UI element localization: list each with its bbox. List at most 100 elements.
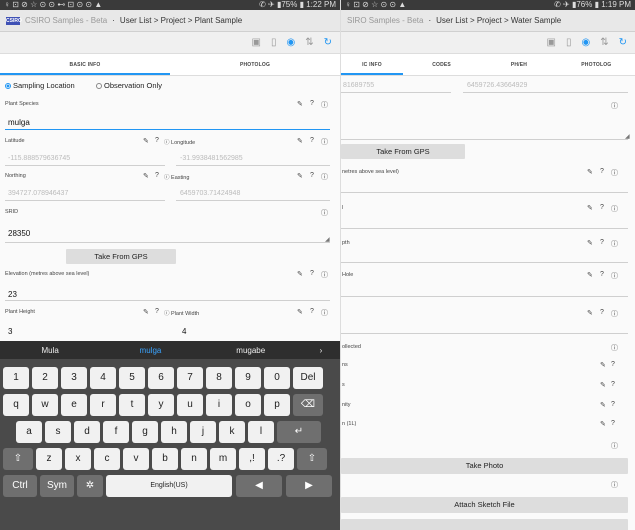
help-icon[interactable]: ? — [310, 100, 314, 107]
key-t[interactable]: t — [119, 394, 145, 416]
info-icon[interactable]: ⓘ — [611, 239, 618, 249]
key-p[interactable]: p — [264, 394, 290, 416]
key-d[interactable]: d — [74, 421, 100, 443]
edit-icon[interactable]: ✎ — [600, 401, 606, 409]
key-m[interactable]: m — [210, 448, 236, 470]
key-right-arrow[interactable]: ▶ — [286, 475, 332, 497]
northing-input[interactable]: 394727.078946437 — [8, 190, 68, 197]
info-icon[interactable]: ▯ — [271, 37, 277, 48]
key-ctrl[interactable]: Ctrl — [3, 475, 37, 497]
edit-icon[interactable]: ✎ — [600, 381, 606, 389]
help-icon[interactable]: ? — [611, 381, 615, 388]
elevation-input[interactable]: 23 — [8, 290, 17, 299]
key-3[interactable]: 3 — [61, 367, 87, 389]
save-icon[interactable]: ▣ — [252, 37, 261, 48]
help-icon[interactable]: ? — [155, 308, 159, 315]
key-s[interactable]: s — [45, 421, 71, 443]
radio-observation-only[interactable]: Observation Only — [96, 81, 162, 90]
key-space[interactable]: English(US) — [106, 475, 232, 497]
coordinate-right-value[interactable]: 6459726.43664929 — [467, 82, 527, 89]
key-q[interactable]: q — [3, 394, 29, 416]
key-9[interactable]: 9 — [235, 367, 261, 389]
info-icon[interactable]: ⓘ — [611, 271, 618, 281]
key-k[interactable]: k — [219, 421, 245, 443]
suggestion-expand-icon[interactable]: › — [301, 346, 340, 355]
tab-photolog[interactable]: PHOTOLOG — [558, 54, 635, 75]
key-l[interactable]: l — [248, 421, 274, 443]
info-icon[interactable]: ⓘ — [321, 100, 328, 110]
key-1[interactable]: 1 — [3, 367, 29, 389]
key-i[interactable]: i — [206, 394, 232, 416]
info-icon[interactable]: ⓘ — [611, 480, 618, 490]
locate-icon[interactable]: ◉ — [286, 37, 295, 48]
edit-icon[interactable]: ✎ — [143, 137, 149, 145]
info-icon[interactable]: ⓘ — [164, 140, 170, 146]
edit-icon[interactable]: ✎ — [297, 100, 303, 108]
info-icon[interactable]: ⓘ — [611, 204, 618, 214]
edit-icon[interactable]: ✎ — [587, 168, 593, 176]
key-b[interactable]: b — [152, 448, 178, 470]
info-icon[interactable]: ⓘ — [164, 311, 170, 317]
key-settings-gear-icon[interactable]: ✲ — [77, 475, 103, 497]
take-from-gps-button[interactable]: Take From GPS — [66, 249, 176, 264]
help-icon[interactable]: ? — [600, 204, 604, 211]
info-icon[interactable]: ⓘ — [321, 137, 328, 147]
tab-codes[interactable]: CODES — [403, 54, 480, 75]
take-photo-button[interactable]: Take Photo — [341, 458, 628, 474]
tab-ph-eh[interactable]: PH/EH — [480, 54, 557, 75]
breadcrumb[interactable]: User List > Project > Plant Sample — [120, 10, 242, 31]
key-o[interactable]: o — [235, 394, 261, 416]
key-j[interactable]: j — [190, 421, 216, 443]
info-icon[interactable]: ⓘ — [321, 172, 328, 182]
key-comma[interactable]: ,! — [239, 448, 265, 470]
breadcrumb[interactable]: User List > Project > Water Sample — [436, 10, 561, 31]
plant-height-input[interactable]: 3 — [8, 327, 12, 336]
key-r[interactable]: r — [90, 394, 116, 416]
easting-input[interactable]: 6459703.71424948 — [180, 190, 240, 197]
edit-icon[interactable]: ✎ — [297, 308, 303, 316]
edit-icon[interactable]: ✎ — [297, 137, 303, 145]
refresh-icon[interactable]: ↻ — [324, 37, 332, 48]
key-w[interactable]: w — [32, 394, 58, 416]
next-button-partial[interactable] — [341, 519, 628, 530]
radio-sampling-location[interactable]: Sampling Location — [5, 81, 75, 90]
info-icon[interactable]: ⓘ — [611, 101, 618, 111]
key-v[interactable]: v — [123, 448, 149, 470]
key-a[interactable]: a — [16, 421, 42, 443]
edit-icon[interactable]: ✎ — [600, 361, 606, 369]
edit-icon[interactable]: ✎ — [587, 204, 593, 212]
key-8[interactable]: 8 — [206, 367, 232, 389]
key-0[interactable]: 0 — [264, 367, 290, 389]
key-left-arrow[interactable]: ◀ — [236, 475, 282, 497]
info-icon[interactable]: ⓘ — [611, 343, 618, 353]
info-icon[interactable]: ▯ — [566, 37, 572, 48]
key-n[interactable]: n — [181, 448, 207, 470]
refresh-icon[interactable]: ↻ — [619, 37, 627, 48]
key-z[interactable]: z — [36, 448, 62, 470]
key-e[interactable]: e — [61, 394, 87, 416]
edit-icon[interactable]: ✎ — [587, 239, 593, 247]
edit-icon[interactable]: ✎ — [297, 172, 303, 180]
srid-input[interactable]: 28350 — [8, 229, 30, 238]
key-4[interactable]: 4 — [90, 367, 116, 389]
help-icon[interactable]: ? — [611, 401, 615, 408]
info-icon[interactable]: ⓘ — [321, 270, 328, 280]
help-icon[interactable]: ? — [600, 309, 604, 316]
help-icon[interactable]: ? — [155, 137, 159, 144]
key-h[interactable]: h — [161, 421, 187, 443]
edit-icon[interactable]: ✎ — [587, 309, 593, 317]
longitude-input[interactable]: -31.9938481562985 — [180, 155, 243, 162]
info-icon[interactable]: ⓘ — [611, 309, 618, 319]
tab-basic-info[interactable]: BASIC INFO — [0, 54, 170, 75]
take-from-gps-button[interactable]: Take From GPS — [341, 144, 465, 159]
info-icon[interactable]: ⓘ — [164, 175, 170, 181]
attach-sketch-file-button[interactable]: Attach Sketch File — [341, 497, 628, 513]
sort-icon[interactable]: ⇅ — [600, 37, 608, 48]
plant-width-input[interactable]: 4 — [182, 327, 186, 336]
info-icon[interactable]: ⓘ — [611, 441, 618, 451]
sort-icon[interactable]: ⇅ — [305, 37, 313, 48]
key-c[interactable]: c — [94, 448, 120, 470]
key-6[interactable]: 6 — [148, 367, 174, 389]
info-icon[interactable]: ⓘ — [611, 168, 618, 178]
coordinate-left-value[interactable]: 81689755 — [343, 82, 374, 89]
